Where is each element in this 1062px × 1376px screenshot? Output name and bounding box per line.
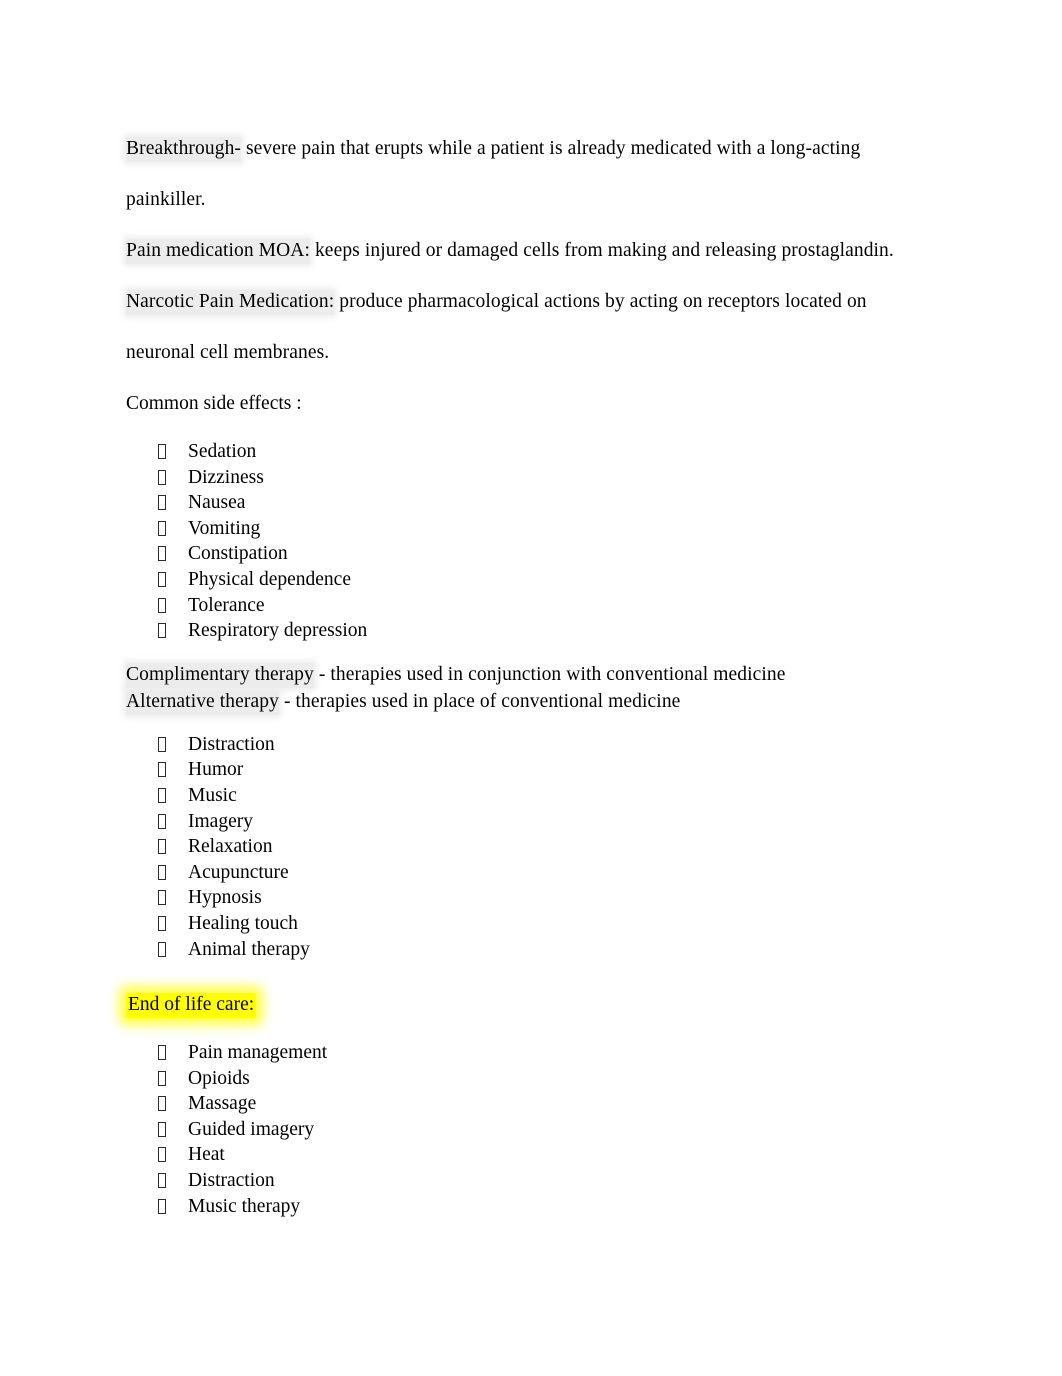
list-item-label: Sedation (188, 441, 257, 462)
list-item: Hypnosis (126, 885, 938, 911)
bullet-box-icon (158, 1147, 166, 1163)
bullet-box-icon (158, 546, 166, 562)
bullet-box-icon (158, 444, 166, 459)
paragraph-breakthrough: Breakthrough- severe pain that erupts wh… (126, 123, 938, 225)
list-item: Pain management (126, 1040, 938, 1066)
bullet-box-icon (158, 787, 166, 803)
heading-end-of-life-care: End of life care: (126, 993, 257, 1019)
list-item-label: Guided imagery (188, 1118, 315, 1140)
list-item: Sedation (126, 439, 938, 465)
list-item: Acupuncture (126, 860, 938, 886)
term-pain-medication-moa: Pain medication MOA: (126, 239, 310, 264)
list-item: Nausea (126, 490, 938, 516)
bullet-box-icon (158, 520, 166, 536)
list-item-label: Dizziness (188, 466, 264, 488)
list-item-label: Physical dependence (188, 568, 351, 590)
list-item-label: Acupuncture (188, 861, 289, 883)
list-item: Heat (126, 1142, 938, 1168)
heading-end-of-life-care-wrapper: End of life care: (126, 979, 938, 1030)
bullet-box-icon (158, 813, 166, 829)
bullet-box-icon (158, 1173, 166, 1189)
list-item-label: Distraction (188, 733, 275, 755)
document-page: Breakthrough- severe pain that erupts wh… (0, 0, 1062, 1376)
list-item-label: Nausea (188, 492, 246, 514)
heading-common-side-effects: Common side effects : (126, 393, 302, 414)
list-item: Imagery (126, 809, 938, 835)
list-item-label: Relaxation (188, 836, 273, 858)
term-alternative-therapy: Alternative therapy (126, 689, 279, 715)
bullet-box-icon (158, 623, 166, 639)
list-item: Humor (126, 757, 938, 783)
list-side-effects: Sedation Dizziness Nausea Vomiting Const… (126, 439, 938, 644)
list-item-label: Animal therapy (188, 938, 310, 960)
list-item-label: Opioids (188, 1067, 250, 1089)
list-item-label: Vomiting (188, 517, 261, 539)
list-therapies: Distraction Humor Music Imagery Relaxati… (126, 732, 938, 962)
term-narcotic-pain-medication: Narcotic Pain Medication: (126, 290, 335, 315)
list-item: Healing touch (126, 911, 938, 937)
list-item: Distraction (126, 732, 938, 758)
bullet-box-icon (158, 915, 166, 931)
bullet-box-icon (158, 864, 166, 880)
list-item: Relaxation (126, 834, 938, 860)
bullet-box-icon (158, 495, 166, 511)
bullet-box-icon (158, 469, 166, 485)
list-end-of-life-care: Pain management Opioids Massage Guided i… (126, 1040, 938, 1219)
bullet-box-icon (158, 1045, 166, 1061)
bullet-box-icon (158, 762, 166, 778)
paragraph-complimentary-therapy: Complimentary therapy - therapies used i… (126, 661, 938, 688)
definition-alternative-therapy: - therapies used in place of conventiona… (278, 690, 681, 712)
bullet-box-icon (158, 1070, 166, 1086)
list-item: Music (126, 783, 938, 809)
list-item-label: Tolerance (188, 594, 265, 616)
definition-pain-medication-moa: keeps injured or damaged cells from maki… (309, 240, 894, 261)
list-item: Constipation (126, 541, 938, 567)
bullet-box-icon (158, 941, 166, 957)
paragraph-alternative-therapy: Alternative therapy - therapies used in … (126, 688, 938, 715)
list-item-label: Heat (188, 1144, 225, 1166)
paragraph-narcotic-pain-medication: Narcotic Pain Medication: produce pharma… (126, 276, 938, 378)
bullet-box-icon (158, 839, 166, 855)
list-item-label: Respiratory depression (188, 620, 368, 642)
list-item-label: Constipation (188, 543, 288, 565)
bullet-box-icon (158, 1198, 166, 1214)
bullet-box-icon (158, 597, 166, 613)
bullet-box-icon (158, 890, 166, 906)
list-item-label: Music (188, 784, 237, 806)
list-item: Dizziness (126, 465, 938, 491)
list-item: Vomiting (126, 516, 938, 542)
list-item-label: Healing touch (188, 912, 298, 934)
list-item-label: Massage (188, 1093, 257, 1115)
list-item: Tolerance (126, 593, 938, 619)
definition-complimentary-therapy: - therapies used in conjunction with con… (313, 663, 786, 685)
list-item: Animal therapy (126, 937, 938, 963)
list-item-label: Imagery (188, 810, 253, 832)
document-body: Breakthrough- severe pain that erupts wh… (126, 123, 938, 1219)
list-item: Distraction (126, 1168, 938, 1194)
bullet-box-icon (158, 1121, 166, 1137)
term-complimentary-therapy: Complimentary therapy (126, 662, 314, 688)
list-item-label: Distraction (188, 1170, 275, 1192)
bullet-box-icon (158, 1096, 166, 1112)
list-item-label: Music therapy (188, 1195, 301, 1217)
list-item: Massage (126, 1091, 938, 1117)
list-item-label: Pain management (188, 1042, 328, 1064)
list-item: Opioids (126, 1066, 938, 1092)
list-item: Physical dependence (126, 567, 938, 593)
list-item: Music therapy (126, 1194, 938, 1220)
list-item: Guided imagery (126, 1117, 938, 1143)
term-breakthrough: Breakthrough- (126, 137, 242, 162)
paragraph-pain-medication-moa: Pain medication MOA: keeps injured or da… (126, 225, 938, 276)
list-item-label: Hypnosis (188, 887, 262, 909)
bullet-box-icon (158, 736, 166, 752)
bullet-box-icon (158, 571, 166, 587)
list-item-label: Humor (188, 759, 244, 781)
list-item: Respiratory depression (126, 618, 938, 644)
